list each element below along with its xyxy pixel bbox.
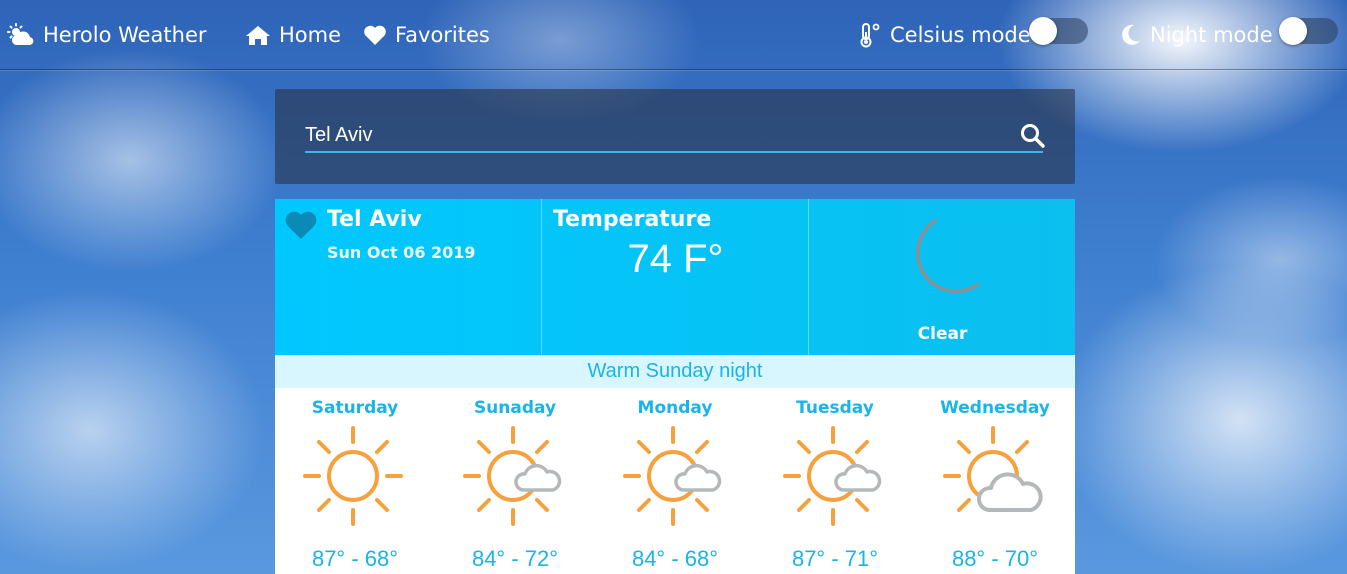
forecast-day: Sunaday 84° - 72°: [435, 388, 595, 574]
sun-cloud-icon: [623, 426, 722, 526]
forecast-day-name: Sunaday: [473, 398, 557, 418]
forecast-panel: Saturday 87° - 68° Sunaday 84° - 72° Mon…: [275, 388, 1075, 574]
forecast-temp-range: 87° - 71°: [791, 546, 879, 571]
sun-icon: [303, 426, 403, 526]
night-mode-toggle[interactable]: [1279, 17, 1338, 45]
temperature-section: Temperature 74 F°: [541, 199, 809, 355]
forecast-day-name: Saturday: [311, 398, 399, 418]
condition-text: Clear: [917, 324, 968, 344]
search-icon[interactable]: [1020, 123, 1046, 149]
weather-logo-icon: [7, 23, 34, 45]
thermometer-icon: [860, 23, 880, 48]
sun-cloud-icon: [783, 426, 882, 526]
celsius-mode-toggle[interactable]: [1029, 17, 1088, 45]
forecast-day: Saturday 87° - 68°: [275, 388, 435, 574]
forecast-day: Tuesday 87° - 71°: [755, 388, 915, 574]
temperature-label: Temperature: [553, 207, 712, 232]
forecast-temp-range: 84° - 68°: [631, 546, 719, 571]
condition-section: Clear: [808, 199, 1076, 355]
city-name: Tel Aviv: [327, 207, 422, 232]
celsius-mode-text: Celsius mode: [890, 23, 1031, 47]
nav-home-label: Home: [279, 23, 342, 47]
toggle-knob: [1279, 17, 1307, 45]
weather-headline: Warm Sunday night: [275, 355, 1075, 388]
brand-link[interactable]: Herolo Weather: [7, 20, 207, 50]
home-icon: [246, 26, 270, 45]
navbar: Herolo Weather Home Favorites Celsius mo…: [0, 0, 1347, 70]
sun-cloud-icon: [463, 426, 562, 526]
search-panel: [275, 89, 1075, 184]
forecast-temp-range: 87° - 68°: [311, 546, 399, 571]
moon-icon: [1122, 24, 1140, 45]
forecast-day: Wednesday 88° - 70°: [915, 388, 1075, 574]
forecast-day-name: Wednesday: [940, 398, 1050, 418]
search-input[interactable]: [305, 119, 1043, 153]
celsius-mode-label: Celsius mode: [858, 20, 1031, 50]
forecast-temp-range: 84° - 72°: [471, 546, 559, 571]
toggle-knob: [1029, 17, 1057, 45]
brand-label: Herolo Weather: [43, 23, 207, 47]
favorite-heart-icon[interactable]: [284, 210, 318, 240]
current-weather-card: Tel Aviv Sun Oct 06 2019 Temperature 74 …: [275, 199, 1075, 355]
heart-icon: [364, 25, 386, 45]
partly-cloudy-icon: [943, 426, 1043, 512]
location-section: Tel Aviv Sun Oct 06 2019: [275, 199, 541, 355]
forecast-day: Monday 84° - 68°: [595, 388, 755, 574]
nav-favorites[interactable]: Favorites: [363, 20, 490, 50]
nav-favorites-label: Favorites: [395, 23, 490, 47]
night-mode-text: Night mode: [1150, 23, 1273, 47]
forecast-temp-range: 88° - 70°: [951, 546, 1039, 571]
nav-home[interactable]: Home: [245, 20, 341, 50]
forecast-day-name: Monday: [637, 398, 713, 418]
night-mode-label: Night mode: [1120, 20, 1273, 50]
temperature-value: 74 F°: [627, 237, 724, 281]
moon-icon: [916, 219, 979, 293]
current-date: Sun Oct 06 2019: [327, 243, 476, 262]
forecast-day-name: Tuesday: [796, 398, 874, 418]
